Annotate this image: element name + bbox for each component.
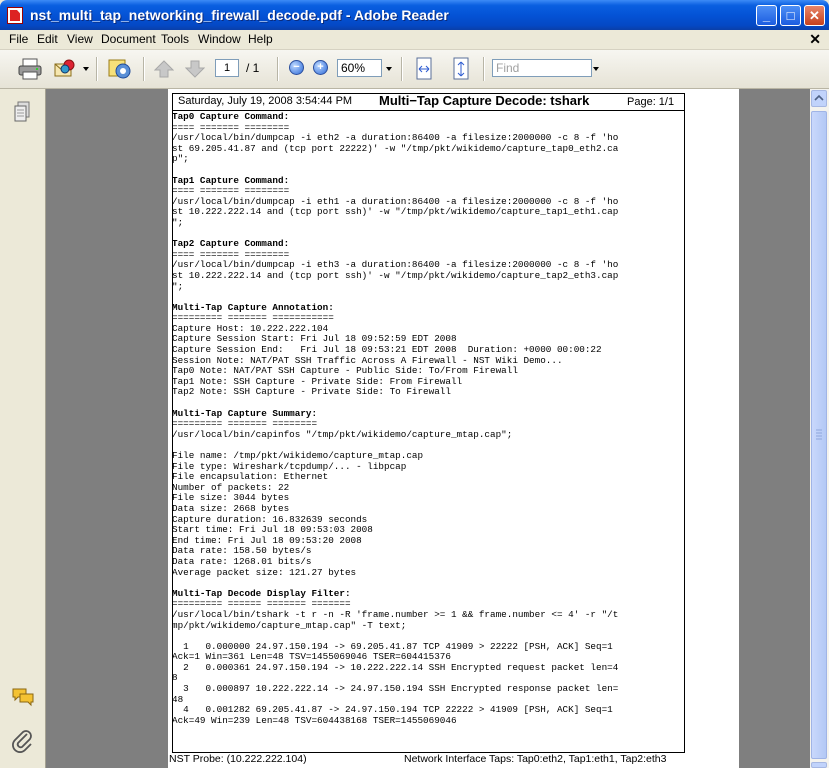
email-icon[interactable] [54, 58, 80, 80]
header-title: Multi−Tap Capture Decode: tshark [379, 93, 590, 108]
menu-bar: File Edit View Document Tools Window Hel… [0, 30, 829, 50]
scroll-thumb[interactable] [811, 111, 827, 759]
organizer-icon[interactable] [107, 56, 133, 82]
header-date: Saturday, July 19, 2008 3:54:44 PM [178, 95, 353, 107]
navigation-panel [0, 89, 46, 768]
document-line: Average packet size: 121.27 bytes [172, 566, 357, 578]
minimize-button[interactable]: _ [756, 5, 777, 26]
toolbar: 1 / 1 − + 60% Find [0, 50, 829, 89]
previous-page-icon[interactable] [153, 59, 175, 79]
menu-edit[interactable]: Edit [37, 32, 58, 46]
printer-icon[interactable] [18, 58, 42, 80]
find-input[interactable]: Find [492, 59, 592, 77]
pages-icon[interactable] [13, 101, 31, 123]
zoom-out-icon[interactable]: − [289, 60, 304, 75]
document-line: Data size: 2668 bytes [172, 502, 290, 514]
document-line: File name: /tmp/pkt/wikidemo/capture_mta… [172, 450, 424, 461]
document-line: st 10.222.222.14 and (tcp port ssh)' -w … [172, 206, 619, 218]
document-line: 2 0.000361 24.97.150.194 -> 10.222.222.1… [172, 661, 619, 673]
comments-icon[interactable] [12, 687, 34, 707]
fit-page-icon[interactable] [451, 57, 471, 81]
document-line: mp/pkt/wikidemo/capture_mtap.cap" -T tex… [172, 619, 407, 631]
document-line: /usr/local/bin/capinfos "/tmp/pkt/wikide… [172, 428, 513, 440]
menu-document[interactable]: Document [101, 32, 156, 46]
document-line: "; [172, 280, 184, 292]
title-bar[interactable]: nst_multi_tap_networking_firewall_decode… [0, 0, 829, 30]
document-line: Ack=49 Win=239 Len=48 TSV=604438168 TSER… [172, 714, 457, 726]
vertical-scrollbar[interactable] [810, 89, 829, 768]
close-document-button[interactable]: ✕ [809, 31, 821, 48]
close-button[interactable]: ✕ [804, 5, 825, 26]
document-line: 3 0.000897 10.222.222.14 -> 24.97.150.19… [172, 683, 619, 695]
scroll-up-button[interactable] [811, 90, 827, 107]
menu-file[interactable]: File [9, 32, 28, 46]
scroll-down-button[interactable] [811, 762, 827, 768]
page-number-input[interactable]: 1 [215, 59, 239, 77]
document-line: Tap0 Capture Command: [172, 111, 290, 122]
find-dropdown-arrow[interactable] [593, 67, 599, 71]
menu-view[interactable]: View [67, 32, 93, 46]
footer-taps: Network Interface Taps: Tap0:eth2, Tap1:… [404, 753, 667, 765]
document-line: /usr/local/bin/tshark -t r -n -R 'frame.… [172, 608, 619, 620]
document-line: p"; [172, 153, 189, 165]
zoom-level-field[interactable]: 60% [337, 59, 382, 77]
menu-help[interactable]: Help [248, 32, 273, 46]
zoom-dropdown-arrow[interactable] [386, 67, 392, 71]
next-page-icon[interactable] [184, 59, 206, 79]
document-line: st 69.205.41.87 and (tcp port 22222)' -w… [172, 142, 619, 154]
menu-tools[interactable]: Tools [161, 32, 189, 46]
paperclip-icon[interactable] [12, 729, 34, 753]
document-line: st 10.222.222.14 and (tcp port ssh)' -w … [172, 269, 619, 281]
document-body: Tap0 Capture Command: ==== ======= ======… [172, 111, 687, 726]
header-page: Page: 1/1 [627, 96, 675, 108]
document-line: "; [172, 216, 184, 228]
document-line: Data rate: 1268.01 bits/s [172, 555, 312, 567]
maximize-button[interactable]: □ [780, 5, 801, 26]
fit-width-icon[interactable] [414, 57, 434, 81]
menu-window[interactable]: Window [198, 32, 241, 46]
pdf-document-icon [7, 7, 23, 24]
footer-probe: NST Probe: (10.222.222.104) [169, 753, 307, 765]
window-title: nst_multi_tap_networking_firewall_decode… [30, 7, 449, 23]
page-total: / 1 [246, 61, 260, 75]
email-dropdown-arrow[interactable] [83, 67, 89, 71]
document-line: Tap2 Note: SSH Capture - Private Side: T… [172, 386, 451, 398]
zoom-in-icon[interactable]: + [313, 60, 328, 75]
